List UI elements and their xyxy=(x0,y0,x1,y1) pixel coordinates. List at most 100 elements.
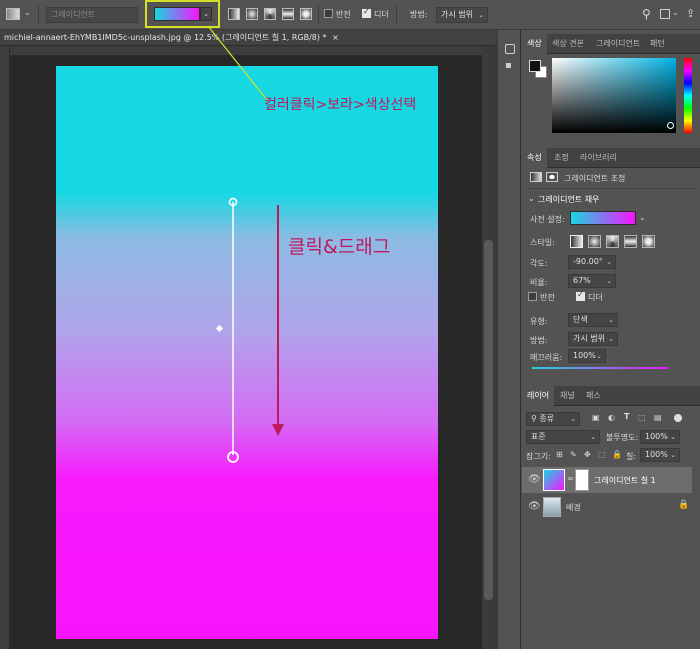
workspace-icon[interactable] xyxy=(660,9,670,19)
filter-type-icon[interactable]: T xyxy=(624,412,629,421)
layer-row-background[interactable]: 👁 배경 🔒 xyxy=(522,495,692,519)
lock-position-icon[interactable]: ✥ xyxy=(584,450,591,459)
type-dropdown[interactable]: 단색 ⌄ xyxy=(568,313,618,327)
smoothness-label: 매끄러움: xyxy=(530,353,563,362)
lock-pixels-icon[interactable]: ⊞ xyxy=(556,450,563,459)
scale-label: 비율: xyxy=(530,278,548,287)
layer-filter-dropdown[interactable]: ⚲ 종류 ⌄ xyxy=(526,412,580,426)
color-field[interactable] xyxy=(552,58,676,133)
layer-thumbnail xyxy=(543,497,561,517)
dither-label: 디더 xyxy=(374,10,389,19)
visibility-eye-icon[interactable]: 👁 xyxy=(528,501,541,512)
scrollbar-thumb[interactable] xyxy=(484,240,493,600)
search-icon[interactable]: ⚲ xyxy=(642,7,651,21)
filter-toggle[interactable] xyxy=(674,414,682,422)
reverse-label: 반전 xyxy=(336,10,351,19)
tab-paths[interactable]: 패스 xyxy=(586,390,601,401)
reflected-gradient-icon[interactable] xyxy=(282,8,294,20)
gradient-dropdown-button[interactable]: ⌄ xyxy=(200,7,212,21)
color-panel-tabs: 색상 색상 견본 그레이디언트 패턴 xyxy=(522,34,700,54)
chain-icon[interactable]: ∞ xyxy=(567,474,574,483)
fill-label: 칠: xyxy=(626,452,637,461)
adjustment-layer-icon xyxy=(530,172,542,182)
section-chevron-icon[interactable]: ⌄ xyxy=(528,194,535,203)
layer-thumbnail xyxy=(543,469,565,491)
fill-input[interactable]: 100% ⌄ xyxy=(640,448,680,462)
properties-panel-tabs: 속성 조정 라이브러리 xyxy=(522,148,700,168)
layer-name: 그레이디언트 칠 1 xyxy=(594,476,656,485)
radial-style-icon[interactable] xyxy=(588,235,601,248)
lock-label: 잠그기: xyxy=(526,452,551,461)
share-icon[interactable]: ⇪ xyxy=(686,7,695,20)
layer-type-label: 그레이디언트 조정 xyxy=(564,174,626,183)
tab-channels[interactable]: 채널 xyxy=(560,390,575,401)
tab-patterns[interactable]: 패턴 xyxy=(650,38,665,49)
tab-color[interactable]: 색상 xyxy=(522,34,547,54)
scale-input[interactable]: 67% ⌄ xyxy=(568,274,616,288)
filter-adjustment-icon[interactable]: ◐ xyxy=(608,413,615,422)
method-dropdown[interactable]: 가시 범위 ⌄ xyxy=(568,332,618,346)
tab-adjustments[interactable]: 조정 xyxy=(554,152,569,163)
reverse-checkbox[interactable] xyxy=(528,292,537,301)
gradient-preview-bar xyxy=(532,367,668,369)
radial-gradient-icon[interactable] xyxy=(246,8,258,20)
style-label: 스타일: xyxy=(530,238,555,247)
panel-dock-strip: ▪ xyxy=(497,30,521,649)
method-dropdown[interactable]: 가시 범위 ⌄ xyxy=(436,7,488,23)
opacity-input[interactable]: 100% ⌄ xyxy=(640,430,680,444)
tab-swatches[interactable]: 색상 견본 xyxy=(552,38,584,49)
diamond-style-icon[interactable] xyxy=(642,235,655,248)
gradient-midpoint-handle xyxy=(215,324,224,333)
tab-properties[interactable]: 속성 xyxy=(522,148,547,168)
diamond-gradient-icon[interactable] xyxy=(300,8,312,20)
gradient-preset-field[interactable]: 그레이디언트 xyxy=(46,7,138,23)
angle-gradient-icon[interactable] xyxy=(264,8,276,20)
color-hint-annotation: 컬러클릭>보라>색상선택 xyxy=(264,97,417,113)
opacity-label: 불투명도: xyxy=(606,433,639,442)
hue-slider[interactable] xyxy=(684,58,692,133)
reverse-checkbox[interactable] xyxy=(324,9,333,18)
chevron-down-icon[interactable]: ⌄ xyxy=(639,213,646,222)
filter-shape-icon[interactable]: ⬚ xyxy=(638,413,646,422)
close-icon[interactable]: × xyxy=(332,33,339,42)
layer-mask-thumbnail xyxy=(575,469,589,491)
layers-panel-tabs: 레이어 채널 패스 xyxy=(522,386,700,406)
document-title: michiel-annaert-EhYMB1IMD5c-unsplash.jpg… xyxy=(4,33,339,42)
dither-checkbox[interactable] xyxy=(362,7,371,18)
tab-libraries[interactable]: 라이브러리 xyxy=(580,152,617,163)
vertical-ruler xyxy=(0,46,10,649)
color-picker-handle[interactable] xyxy=(667,122,674,129)
layer-row-gradient-fill[interactable]: 👁 ∞ 그레이디언트 칠 1 xyxy=(522,467,692,493)
preset-gradient-swatch[interactable] xyxy=(570,211,636,225)
filter-pixel-icon[interactable]: ▣ xyxy=(592,413,600,422)
tool-preset-icon[interactable] xyxy=(6,8,20,20)
drag-arrow xyxy=(272,205,284,436)
angle-style-icon[interactable] xyxy=(606,235,619,248)
reflected-style-icon[interactable] xyxy=(624,235,637,248)
tab-gradients[interactable]: 그레이디언트 xyxy=(596,38,640,49)
dither-label: 디더 xyxy=(588,293,603,302)
linear-style-icon[interactable] xyxy=(570,235,583,248)
lock-all-icon[interactable]: 🔒 xyxy=(612,450,622,459)
dither-checkbox[interactable] xyxy=(576,290,585,301)
chevron-down-icon[interactable]: ⌄ xyxy=(24,8,31,17)
visibility-eye-icon[interactable]: 👁 xyxy=(528,474,541,485)
history-icon[interactable] xyxy=(505,44,515,54)
angle-input[interactable]: -90.00° ⌄ xyxy=(568,255,616,269)
blend-mode-dropdown[interactable]: 표준 ⌄ xyxy=(526,430,600,444)
lock-paint-icon[interactable]: ✎ xyxy=(570,450,577,459)
preset-label: 사전 설정: xyxy=(530,215,565,224)
lock-artboard-icon[interactable]: ⬚ xyxy=(598,450,606,459)
gradient-swatch[interactable] xyxy=(154,7,200,21)
linear-gradient-icon[interactable] xyxy=(228,8,240,20)
filter-smart-object-icon[interactable]: ▤ xyxy=(654,413,662,422)
options-bar: ⌄ 그레이디언트 ⌄ 반전 디더 방법: 가시 범위⌄ ⚲ ⌄ ⇪ xyxy=(0,0,700,30)
smoothness-input[interactable]: 100% ⌄ xyxy=(568,349,606,363)
right-panels: 색상 색상 견본 그레이디언트 패턴 속성 조정 라이브러리 그레이디언트 조정… xyxy=(522,30,700,649)
method-label: 방법: xyxy=(410,10,428,19)
comment-icon[interactable]: ▪ xyxy=(505,60,512,71)
tab-layers[interactable]: 레이어 xyxy=(522,386,555,406)
foreground-color-swatch[interactable] xyxy=(529,60,541,72)
reverse-label: 반전 xyxy=(540,293,555,302)
chevron-down-icon[interactable]: ⌄ xyxy=(672,8,679,17)
